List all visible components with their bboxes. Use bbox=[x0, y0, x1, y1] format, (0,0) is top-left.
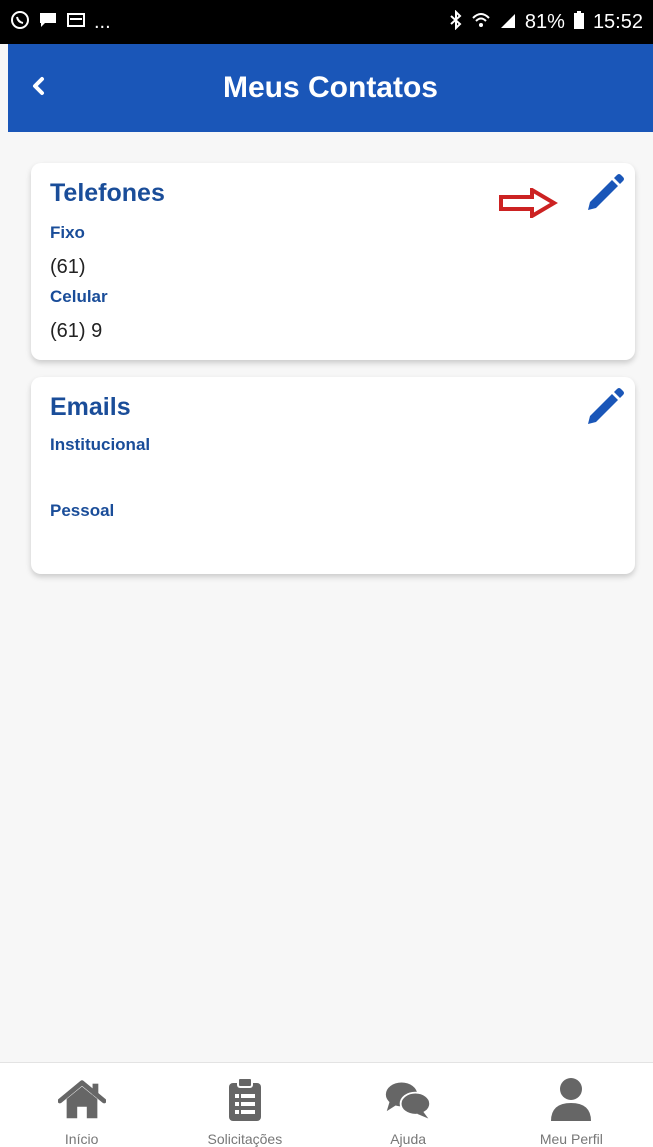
whatsapp-icon bbox=[10, 10, 30, 34]
nav-label-ajuda: Ajuda bbox=[390, 1131, 427, 1147]
edit-emails-button[interactable] bbox=[583, 387, 625, 429]
chevron-left-icon bbox=[30, 76, 46, 101]
edit-telefones-button[interactable] bbox=[583, 173, 625, 215]
status-bar: ... 81% 15:52 bbox=[0, 0, 653, 44]
app-header: Meus Contatos bbox=[8, 44, 653, 132]
red-arrow-icon bbox=[498, 186, 558, 220]
status-more: ... bbox=[94, 10, 111, 33]
tv-icon bbox=[66, 10, 86, 34]
user-icon bbox=[547, 1077, 595, 1123]
emails-card: Emails Institucional Pessoal bbox=[31, 377, 635, 574]
chat-icon bbox=[38, 10, 58, 34]
nav-item-meu-perfil[interactable]: Meu Perfil bbox=[490, 1063, 653, 1147]
nav-item-solicitacoes[interactable]: Solicitações bbox=[163, 1063, 326, 1147]
status-time: 15:52 bbox=[592, 10, 643, 33]
pencil-icon bbox=[584, 172, 624, 217]
bluetooth-icon bbox=[449, 9, 463, 34]
page-title: Meus Contatos bbox=[222, 71, 438, 104]
nav-label-inicio: Início bbox=[64, 1131, 99, 1147]
status-left: ... bbox=[10, 10, 111, 34]
telefones-title: Telefones bbox=[50, 179, 165, 207]
signal-icon bbox=[499, 10, 517, 34]
pencil-icon bbox=[584, 386, 624, 431]
pessoal-label: Pessoal bbox=[50, 501, 115, 520]
celular-label: Celular bbox=[50, 287, 108, 306]
emails-title: Emails bbox=[50, 393, 131, 421]
fixo-value: (61) bbox=[50, 256, 86, 278]
nav-label-solicitacoes: Solicitações bbox=[207, 1131, 283, 1147]
nav-item-ajuda[interactable]: Ajuda bbox=[327, 1063, 490, 1147]
battery-icon bbox=[573, 10, 585, 34]
back-button[interactable] bbox=[24, 74, 52, 102]
nav-label-meu-perfil: Meu Perfil bbox=[539, 1131, 603, 1147]
bottom-nav: Início Solicitações Ajuda Meu Perfil bbox=[0, 1062, 653, 1147]
celular-value: (61) 9 bbox=[50, 320, 103, 342]
wifi-icon bbox=[471, 10, 491, 34]
telefones-card: Telefones Fixo (61) Celular (61) 9 bbox=[31, 163, 635, 360]
institucional-label: Institucional bbox=[50, 435, 151, 454]
status-right: 81% 15:52 bbox=[449, 9, 643, 34]
clipboard-icon bbox=[221, 1077, 269, 1123]
battery-percent: 81% bbox=[524, 10, 565, 33]
fixo-label: Fixo bbox=[50, 223, 85, 242]
home-icon bbox=[57, 1077, 106, 1123]
chat-bubbles-icon bbox=[384, 1077, 432, 1123]
nav-item-inicio[interactable]: Início bbox=[0, 1063, 163, 1147]
